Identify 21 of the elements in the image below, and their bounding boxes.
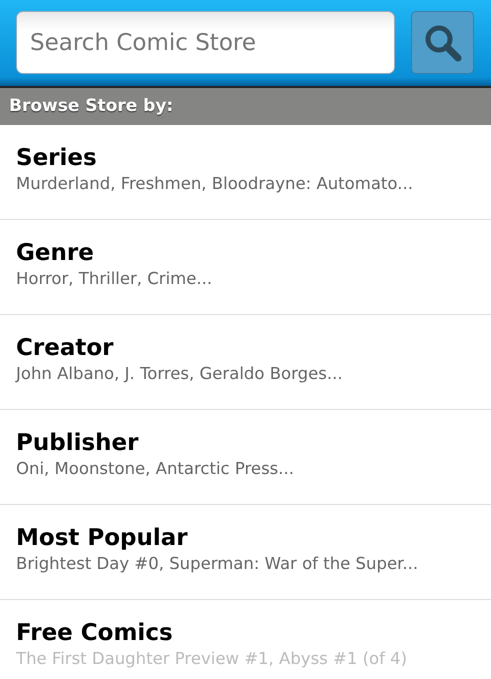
- category-title: Genre: [16, 239, 95, 268]
- category-title: Creator: [16, 334, 114, 363]
- category-title: Publisher: [16, 429, 140, 458]
- category-subtitle: The First Daughter Preview #1, Abyss #1 (of 4): [16, 648, 408, 670]
- category-subtitle: Brightest Day #0, Superman: War of the Super...: [16, 553, 420, 575]
- category-subtitle: John Albano, J. Torres, Geraldo Borges...: [16, 363, 344, 385]
- category-title: Free Comics: [16, 619, 174, 648]
- category-item[interactable]: Free Comics The First Daughter Preview #1, Abyss #1 (of 4): [0, 600, 491, 670]
- category-subtitle: Horror, Thriller, Crime...: [16, 268, 214, 290]
- category-item[interactable]: Creator John Albano, J. Torres, Geraldo Borges...: [0, 315, 491, 410]
- category-item[interactable]: Most Popular Brightest Day #0, Superman: War of the Super...: [0, 505, 491, 600]
- category-item[interactable]: Genre Horror, Thriller, Crime...: [0, 220, 491, 315]
- section-header: Browse Store by:: [0, 88, 491, 125]
- category-title: Series: [16, 144, 98, 173]
- category-subtitle: Murderland, Freshmen, Bloodrayne: Automato...: [16, 173, 414, 195]
- category-subtitle: Oni, Moonstone, Antarctic Press...: [16, 458, 296, 480]
- search-button[interactable]: [411, 11, 474, 74]
- category-item[interactable]: Series Murderland, Freshmen, Bloodrayne: Automato...: [0, 125, 491, 220]
- category-item[interactable]: Publisher Oni, Moonstone, Antarctic Press...: [0, 410, 491, 505]
- search-field[interactable]: Search Comic Store: [16, 11, 396, 74]
- category-title: Most Popular: [16, 524, 189, 553]
